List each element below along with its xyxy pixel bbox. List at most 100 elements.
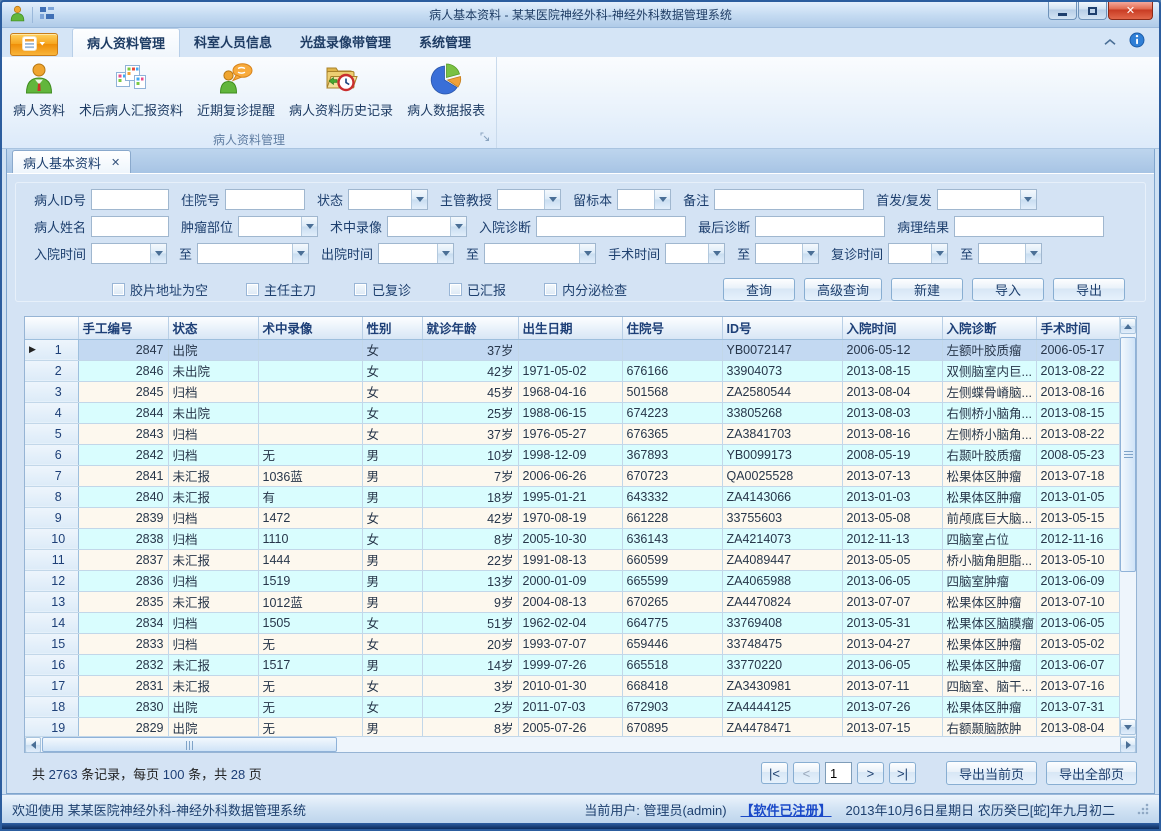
table-row[interactable]: 162832未汇报1517男14岁1999-07-266655183377022… — [25, 654, 1119, 675]
admission-diagnosis-field[interactable] — [536, 216, 686, 237]
import-button[interactable]: 导入 — [972, 278, 1044, 301]
tab-patient-basic-info[interactable]: 病人基本资料 ✕ — [12, 150, 131, 173]
table-row[interactable]: 82840未汇报有男18岁1995-01-21643332ZA414306620… — [25, 486, 1119, 507]
admission-date-from-select[interactable] — [91, 243, 167, 264]
patient-data-button[interactable]: 病人资料 — [6, 59, 72, 122]
registered-link[interactable]: 【软件已注册】 — [741, 800, 832, 819]
vertical-scrollbar[interactable] — [1119, 317, 1136, 736]
tumor-site-select[interactable] — [238, 216, 318, 237]
table-row[interactable]: 42844未出院女25岁1988-06-15674223338052682013… — [25, 402, 1119, 423]
minimize-button[interactable] — [1048, 2, 1077, 20]
dialog-launcher-icon[interactable] — [480, 131, 490, 145]
remark-field[interactable] — [714, 189, 864, 210]
collapse-ribbon-icon[interactable] — [1103, 34, 1117, 49]
table-row[interactable]: 62842归档无男10岁1998-12-09367893YB0099173200… — [25, 444, 1119, 465]
revisit-reminder-button[interactable]: 近期复诊提醒 — [190, 59, 282, 122]
dropdown-arrow-icon[interactable] — [301, 217, 317, 236]
ribbon-tab-3[interactable]: 系统管理 — [405, 28, 485, 57]
export-current-page-button[interactable]: 导出当前页 — [946, 761, 1037, 785]
surgery-video-select[interactable] — [387, 216, 467, 237]
close-button[interactable]: ✕ — [1108, 2, 1153, 20]
column-header-0[interactable] — [25, 317, 78, 339]
status-select[interactable] — [348, 189, 428, 210]
table-row[interactable]: 52843归档女37岁1976-05-27676365ZA38417032013… — [25, 423, 1119, 444]
dropdown-arrow-icon[interactable] — [150, 244, 166, 263]
column-header-8[interactable]: ID号 — [722, 317, 842, 339]
table-row[interactable]: ▶12847出院女37岁YB00721472006-05-12左额叶胶质瘤200… — [25, 339, 1119, 360]
scroll-down-button[interactable] — [1120, 719, 1136, 735]
dropdown-arrow-icon[interactable] — [437, 244, 453, 263]
final-diagnosis-field[interactable] — [755, 216, 885, 237]
table-row[interactable]: 92839归档1472女42岁1970-08-19661228337556032… — [25, 507, 1119, 528]
professor-select[interactable] — [497, 189, 561, 210]
export-all-pages-button[interactable]: 导出全部页 — [1046, 761, 1137, 785]
table-row[interactable]: 112837未汇报1444男22岁1991-08-13660599ZA40894… — [25, 549, 1119, 570]
table-row[interactable]: 132835未汇报1012蓝男9岁2004-08-13670265ZA44708… — [25, 591, 1119, 612]
column-header-4[interactable]: 性别 — [362, 317, 422, 339]
ribbon-tab-1[interactable]: 科室人员信息 — [180, 28, 286, 57]
advanced-query-button[interactable]: 高级查询 — [804, 278, 882, 301]
scroll-left-button[interactable] — [25, 737, 41, 753]
pathology-result-field[interactable] — [954, 216, 1104, 237]
first-page-button[interactable]: |< — [761, 762, 788, 784]
column-header-11[interactable]: 手术时间 — [1036, 317, 1119, 339]
scroll-right-button[interactable] — [1120, 737, 1136, 753]
table-row[interactable]: 122836归档1519男13岁2000-01-09665599ZA406598… — [25, 570, 1119, 591]
patient-id-field[interactable] — [91, 189, 169, 210]
table-row[interactable]: 102838归档1110女8岁2005-10-30636143ZA4214073… — [25, 528, 1119, 549]
query-button[interactable]: 查询 — [723, 278, 795, 301]
dropdown-arrow-icon[interactable] — [1020, 190, 1036, 209]
dropdown-arrow-icon[interactable] — [292, 244, 308, 263]
column-header-3[interactable]: 术中录像 — [258, 317, 362, 339]
maximize-button[interactable] — [1078, 2, 1107, 20]
admission-date-to-select[interactable] — [197, 243, 309, 264]
onset-recurrence-select[interactable] — [937, 189, 1037, 210]
layout-grid-icon[interactable] — [39, 5, 55, 24]
revisited-checkbox[interactable]: 已复诊 — [354, 280, 411, 299]
admission-no-field[interactable] — [225, 189, 305, 210]
new-button[interactable]: 新建 — [891, 278, 963, 301]
dropdown-arrow-icon[interactable] — [708, 244, 724, 263]
prev-page-button[interactable]: < — [793, 762, 820, 784]
surgery-date-from-select[interactable] — [665, 243, 725, 264]
table-row[interactable]: 192829出院无男8岁2005-07-26670895ZA4478471201… — [25, 717, 1119, 736]
surgery-date-to-select[interactable] — [755, 243, 819, 264]
column-header-5[interactable]: 就诊年龄 — [422, 317, 518, 339]
app-menu-button[interactable] — [10, 33, 58, 56]
resize-grip[interactable] — [1137, 803, 1149, 815]
column-header-6[interactable]: 出生日期 — [518, 317, 622, 339]
column-header-9[interactable]: 入院时间 — [842, 317, 942, 339]
revisit-date-to-select[interactable] — [978, 243, 1042, 264]
specimen-select[interactable] — [617, 189, 671, 210]
table-row[interactable]: 32845归档女45岁1968-04-16501568ZA25805442013… — [25, 381, 1119, 402]
column-header-7[interactable]: 住院号 — [622, 317, 722, 339]
horizontal-scroll-thumb[interactable] — [42, 737, 337, 752]
table-row[interactable]: 142834归档1505女51岁1962-02-0466477533769408… — [25, 612, 1119, 633]
table-row[interactable]: 72841未汇报1036蓝男7岁2006-06-26670723QA002552… — [25, 465, 1119, 486]
ribbon-tab-0[interactable]: 病人资料管理 — [72, 28, 180, 57]
patient-report-button[interactable]: 病人数据报表 — [400, 59, 492, 122]
dropdown-arrow-icon[interactable] — [654, 190, 670, 209]
table-row[interactable]: 152833归档无女20岁1993-07-0765944633748475201… — [25, 633, 1119, 654]
tab-close-icon[interactable]: ✕ — [111, 156, 120, 169]
discharge-date-from-select[interactable] — [378, 243, 454, 264]
column-header-1[interactable]: 手工编号 — [78, 317, 168, 339]
dropdown-arrow-icon[interactable] — [802, 244, 818, 263]
endocrine-exam-checkbox[interactable]: 内分泌检查 — [544, 280, 627, 299]
info-icon[interactable] — [1129, 32, 1145, 51]
discharge-date-to-select[interactable] — [484, 243, 596, 264]
column-header-2[interactable]: 状态 — [168, 317, 258, 339]
postop-report-button[interactable]: 术后病人汇报资料 — [72, 59, 190, 122]
chief-surgeon-checkbox[interactable]: 主任主刀 — [246, 280, 316, 299]
export-button[interactable]: 导出 — [1053, 278, 1125, 301]
dropdown-arrow-icon[interactable] — [450, 217, 466, 236]
table-row[interactable]: 22846未出院女42岁1971-05-02676166339040732013… — [25, 360, 1119, 381]
horizontal-scrollbar[interactable] — [25, 736, 1136, 752]
next-page-button[interactable]: > — [857, 762, 884, 784]
dropdown-arrow-icon[interactable] — [1025, 244, 1041, 263]
dropdown-arrow-icon[interactable] — [544, 190, 560, 209]
table-row[interactable]: 182830出院无女2岁2011-07-03672903ZA4444125201… — [25, 696, 1119, 717]
film-address-empty-checkbox[interactable]: 胶片地址为空 — [112, 280, 208, 299]
reported-checkbox[interactable]: 已汇报 — [449, 280, 506, 299]
dropdown-arrow-icon[interactable] — [931, 244, 947, 263]
